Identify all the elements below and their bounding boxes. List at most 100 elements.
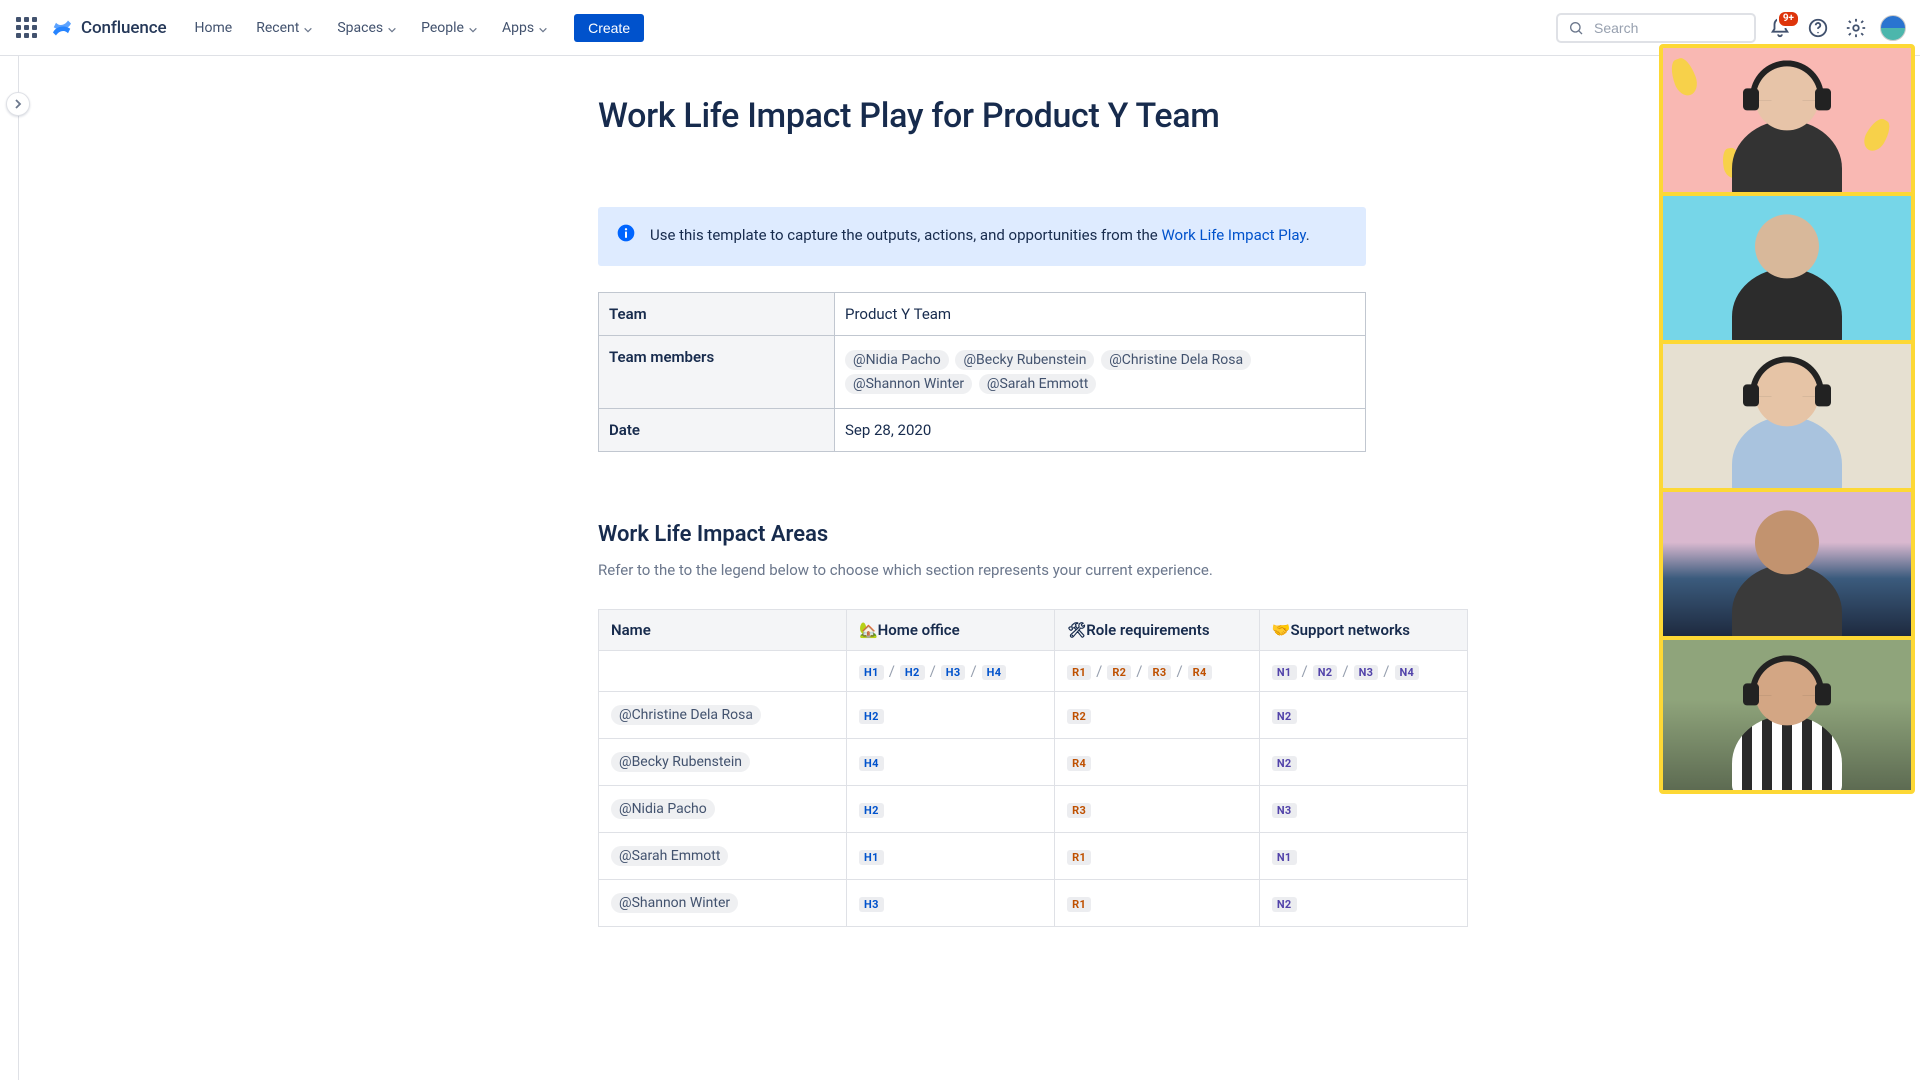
video-tile[interactable] (1663, 492, 1911, 640)
meta-value-date: Sep 28, 2020 (835, 408, 1366, 451)
user-mention[interactable]: @Shannon Winter (611, 893, 738, 913)
legend-cell: R1/R2/R3/R4 (1055, 650, 1260, 691)
search-field[interactable] (1556, 13, 1756, 43)
legend-cell: H1/H2/H3/H4 (847, 650, 1055, 691)
impact-tag: H3 (859, 897, 884, 912)
info-icon (616, 223, 636, 250)
meta-row-members: Team members @Nidia Pacho @Becky Rubenst… (599, 335, 1366, 408)
meta-row-date: Date Sep 28, 2020 (599, 408, 1366, 451)
profile-avatar[interactable] (1880, 15, 1906, 41)
impact-cell: H2 (847, 785, 1055, 832)
impact-cell: R4 (1055, 738, 1260, 785)
row-name-cell: @Nidia Pacho (599, 785, 847, 832)
global-nav: Confluence Home Recent Spaces People App… (0, 0, 1920, 56)
impact-tag: H2 (900, 665, 925, 680)
video-tile[interactable] (1663, 48, 1911, 196)
notifications-button[interactable]: 9+ (1766, 14, 1794, 42)
chevron-down-icon (538, 23, 548, 33)
legend-blank (599, 650, 847, 691)
impact-tag: R4 (1067, 756, 1091, 771)
impact-cell: N1 (1259, 832, 1467, 879)
impact-tag: N1 (1272, 850, 1297, 865)
impact-tag: R4 (1188, 665, 1212, 680)
user-mention[interactable]: @Becky Rubenstein (611, 752, 750, 772)
expand-sidebar-button[interactable] (6, 92, 30, 116)
row-name-cell: @Becky Rubenstein (599, 738, 847, 785)
impact-tag: N2 (1272, 756, 1297, 771)
product-name: Confluence (81, 18, 167, 38)
table-row: @Shannon Winter H3 R1 N2 (599, 879, 1468, 926)
impact-cell: H4 (847, 738, 1055, 785)
user-mention[interactable]: @Becky Rubenstein (955, 350, 1094, 370)
col-support: 🤝Support networks (1259, 609, 1467, 650)
user-mention[interactable]: @Nidia Pacho (845, 350, 949, 370)
info-panel-text: Use this template to capture the outputs… (650, 223, 1310, 250)
video-tile[interactable] (1663, 344, 1911, 492)
impact-cell: R2 (1055, 691, 1260, 738)
impact-tag: R2 (1067, 709, 1091, 724)
impact-tag: N2 (1313, 665, 1338, 680)
impact-cell: R1 (1055, 832, 1260, 879)
info-panel-link[interactable]: Work Life Impact Play (1161, 226, 1305, 244)
legend-cell: N1/N2/N3/N4 (1259, 650, 1467, 691)
impact-tag: N2 (1272, 709, 1297, 724)
impact-tag: H2 (859, 709, 884, 724)
nav-people[interactable]: People (411, 14, 488, 42)
video-call-overlay[interactable] (1659, 44, 1915, 794)
settings-button[interactable] (1842, 14, 1870, 42)
impact-tag: N3 (1272, 803, 1297, 818)
nav-home[interactable]: Home (185, 14, 243, 42)
chevron-down-icon (303, 23, 313, 33)
impact-cell: R1 (1055, 879, 1260, 926)
row-name-cell: @Christine Dela Rosa (599, 691, 847, 738)
impact-cell: N2 (1259, 879, 1467, 926)
user-mention[interactable]: @Nidia Pacho (611, 799, 715, 819)
impact-table: Name 🏡Home office 🛠Role requirements 🤝Su… (598, 609, 1468, 927)
video-tile[interactable] (1663, 640, 1911, 790)
col-role: 🛠Role requirements (1055, 609, 1260, 650)
row-name-cell: @Sarah Emmott (599, 832, 847, 879)
chevron-down-icon (387, 23, 397, 33)
primary-nav: Home Recent Spaces People Apps Create (185, 14, 645, 42)
app-switcher-icon[interactable] (14, 16, 38, 40)
impact-tag: N4 (1395, 665, 1420, 680)
impact-heading: Work Life Impact Areas (598, 522, 1378, 547)
help-button[interactable] (1804, 14, 1832, 42)
impact-tag: H3 (941, 665, 966, 680)
nav-spaces[interactable]: Spaces (327, 14, 407, 42)
impact-tag: H2 (859, 803, 884, 818)
user-mention[interactable]: @Sarah Emmott (979, 374, 1096, 394)
nav-recent[interactable]: Recent (246, 14, 323, 42)
chevron-right-icon (12, 98, 24, 110)
meta-label-date: Date (599, 408, 835, 451)
impact-cell: H1 (847, 832, 1055, 879)
meta-value-members: @Nidia Pacho @Becky Rubenstein @Christin… (835, 335, 1366, 408)
meta-row-team: Team Product Y Team (599, 292, 1366, 335)
video-tile[interactable] (1663, 196, 1911, 344)
impact-tag: N3 (1354, 665, 1379, 680)
impact-tag: R1 (1067, 897, 1091, 912)
user-mention[interactable]: @Christine Dela Rosa (611, 705, 761, 725)
gear-icon (1845, 17, 1867, 39)
nav-right-group: 9+ (1556, 13, 1906, 43)
impact-tag: R2 (1107, 665, 1131, 680)
col-name: Name (599, 609, 847, 650)
impact-cell: H3 (847, 879, 1055, 926)
create-button[interactable]: Create (574, 14, 644, 42)
impact-cell: R3 (1055, 785, 1260, 832)
impact-subheading: Refer to the to the legend below to choo… (598, 561, 1378, 579)
impact-tag: R1 (1067, 665, 1091, 680)
table-row: @Sarah Emmott H1R1 N1 (599, 832, 1468, 879)
row-name-cell: @Shannon Winter (599, 879, 847, 926)
search-icon (1568, 20, 1584, 36)
nav-apps[interactable]: Apps (492, 14, 558, 42)
search-input[interactable] (1592, 19, 1744, 37)
sidebar-divider (18, 56, 19, 1080)
user-mention[interactable]: @Shannon Winter (845, 374, 972, 394)
user-mention[interactable]: @Sarah Emmott (611, 846, 728, 866)
impact-tag: R3 (1067, 803, 1091, 818)
meta-table: Team Product Y Team Team members @Nidia … (598, 292, 1366, 452)
product-logo[interactable]: Confluence (50, 16, 167, 40)
user-mention[interactable]: @Christine Dela Rosa (1101, 350, 1251, 370)
table-row: @Christine Dela Rosa H2 R2 N2 (599, 691, 1468, 738)
